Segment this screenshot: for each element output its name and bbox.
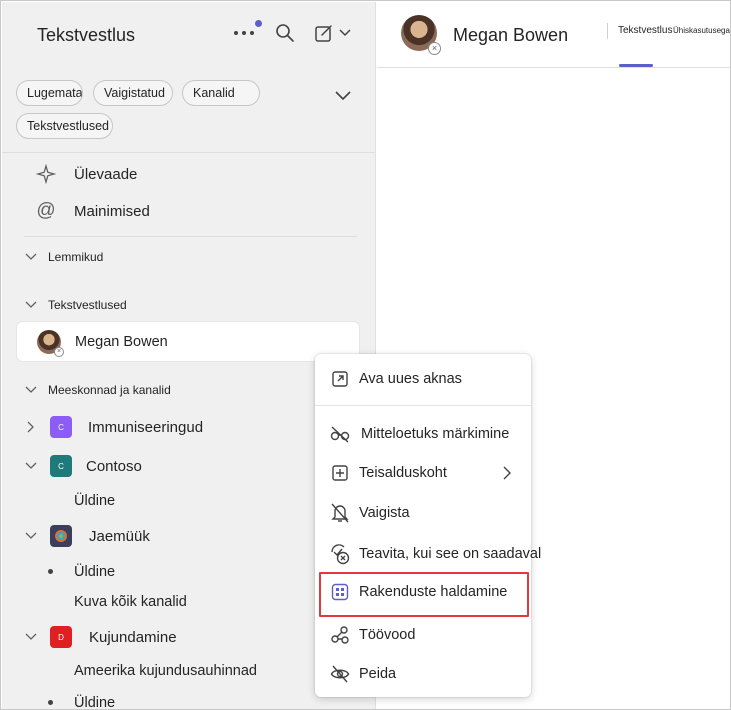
menu-item-open-new-window[interactable]: Ava uues aknas	[315, 362, 531, 396]
chevron-down-icon	[24, 529, 38, 543]
bell-off-icon	[329, 502, 351, 524]
filter-chip-chats[interactable]: Tekstvestlused	[16, 113, 113, 139]
section-chats[interactable]: Tekstvestlused	[24, 294, 127, 316]
nav-item-overview[interactable]: Ülevaade	[35, 160, 137, 188]
team-avatar	[50, 525, 72, 547]
sparkle-icon	[35, 163, 57, 185]
team-name: Contoso	[86, 457, 142, 475]
context-menu: Ava uues aknas Mitteloetuks märkimine Te…	[315, 354, 541, 697]
chevron-down-icon	[24, 630, 38, 644]
tab-chat[interactable]: Tekstvestlus	[618, 25, 672, 36]
menu-divider	[315, 405, 531, 406]
menu-item-label: Teisalduskoht	[359, 465, 447, 481]
team-immuniseeringud[interactable]: C Immuniseeringud	[24, 413, 203, 441]
team-avatar: D	[50, 626, 72, 648]
team-name: Immuniseeringud	[88, 418, 204, 436]
avatar: ×	[37, 329, 64, 357]
team-avatar: C	[50, 416, 72, 438]
workflows-icon	[329, 624, 351, 646]
chevron-right-icon	[501, 465, 513, 481]
menu-item-label: Peida	[359, 666, 397, 682]
menu-item-move-to[interactable]: Teisalduskoht	[315, 456, 531, 490]
filter-chip-channels[interactable]: Kanalid	[182, 80, 260, 106]
active-tab-indicator	[619, 64, 653, 67]
filter-chip-muted[interactable]: Vaigistatud	[93, 80, 173, 106]
chevron-down-icon	[24, 298, 38, 312]
channel-item[interactable]: Üldine	[74, 564, 115, 580]
chevron-right-icon	[24, 420, 38, 434]
notification-dot	[255, 20, 262, 27]
menu-item-notify-available[interactable]: Teavita, kui see on saadaval	[315, 537, 541, 571]
team-avatar: C	[50, 455, 72, 477]
team-contoso[interactable]: C Contoso	[24, 452, 142, 480]
globe-logo-icon	[55, 530, 67, 542]
menu-item-label: Ava uues aknas	[359, 371, 462, 387]
contact-avatar[interactable]: ×	[401, 15, 441, 55]
conversation-header: × Megan Bowen Tekstvestlus Ühiskasutuseg…	[377, 2, 730, 68]
section-label: Tekstvestlused	[48, 298, 127, 312]
divider	[607, 23, 608, 39]
more-options-icon[interactable]	[231, 20, 257, 46]
section-favorites[interactable]: Lemmikud	[24, 246, 103, 268]
nav-item-mentions[interactable]: @ Mainimised	[35, 197, 150, 225]
nav-item-label: Ülevaade	[74, 165, 138, 183]
divider	[24, 236, 357, 237]
contact-name[interactable]: Megan Bowen	[453, 25, 568, 46]
filter-chip-unread[interactable]: Lugemata	[16, 80, 83, 106]
callout-highlight	[319, 572, 529, 617]
menu-item-label: Teavita, kui see on saadaval	[359, 546, 542, 562]
new-chat-icon[interactable]	[312, 21, 336, 45]
offline-status-icon: ×	[54, 346, 64, 357]
eye-off-icon	[329, 663, 351, 685]
section-teams[interactable]: Meeskonnad ja kanalid	[24, 379, 171, 401]
offline-status-icon: ×	[428, 42, 441, 55]
chevron-down-icon[interactable]	[332, 86, 354, 104]
section-label: Lemmikud	[48, 250, 104, 264]
teams-window: Tekstvestlus Lugemata Vaigistatud Kanali…	[0, 0, 731, 710]
show-all-channels-link[interactable]: Kuva kõik kanalid	[74, 594, 187, 610]
channel-item[interactable]: Üldine	[74, 493, 115, 509]
menu-item-hide[interactable]: Peida	[315, 657, 531, 691]
menu-item-label: Vaigista	[359, 505, 410, 521]
channel-item[interactable]: Üldine	[74, 695, 115, 709]
section-label: Meeskonnad ja kanalid	[48, 383, 171, 397]
chat-item-megan-bowen[interactable]: × Megan Bowen	[17, 322, 359, 361]
chevron-down-icon[interactable]	[337, 23, 353, 43]
search-icon[interactable]	[273, 21, 297, 45]
chat-name: Megan Bowen	[75, 333, 168, 350]
unread-dot	[48, 700, 53, 705]
menu-item-workflows[interactable]: Töövood	[315, 618, 531, 652]
menu-item-mute[interactable]: Vaigista	[315, 496, 531, 530]
team-name: Kujundamine	[89, 628, 177, 646]
channel-item[interactable]: Ameerika kujundusauhinnad	[74, 663, 257, 679]
nav-item-label: Mainimised	[74, 202, 150, 220]
tab-shared[interactable]: Ühiskasutusega	[673, 26, 730, 35]
at-icon: @	[36, 200, 56, 221]
availability-notify-icon	[329, 543, 351, 565]
chevron-down-icon	[24, 383, 38, 397]
chevron-down-icon	[24, 250, 38, 264]
unread-dot	[48, 569, 53, 574]
divider	[2, 152, 375, 153]
chevron-down-icon	[24, 459, 38, 473]
team-jaemuuk[interactable]: Jaemüük	[24, 522, 150, 550]
open-in-new-window-icon	[329, 368, 351, 390]
team-kujundamine[interactable]: D Kujundamine	[24, 623, 177, 651]
pane-title: Tekstvestlus	[37, 25, 136, 45]
add-square-icon	[329, 462, 351, 484]
menu-item-label: Töövood	[359, 627, 416, 643]
menu-item-mark-unread[interactable]: Mitteloetuks märkimine	[315, 417, 531, 451]
menu-item-label: Mitteloetuks märkimine	[361, 426, 510, 442]
glasses-off-icon	[329, 423, 351, 445]
team-name: Jaemüük	[89, 527, 150, 545]
